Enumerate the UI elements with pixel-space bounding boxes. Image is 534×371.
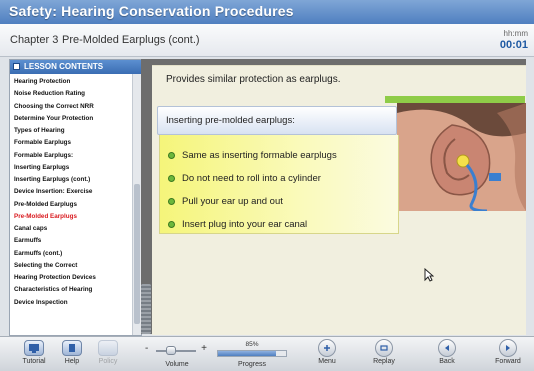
lesson-item[interactable]: Pre-Molded Earplugs [14,199,132,211]
lesson-contents-header[interactable]: LESSON CONTENTS [10,60,141,74]
accent-bar [385,96,525,103]
menu-button[interactable]: Menu [308,337,346,371]
replay-label: Replay [373,358,395,365]
lesson-item[interactable]: Device Inspection [14,297,132,309]
lesson-item[interactable]: Hearing Protection [14,76,132,88]
bullet-icon [168,175,175,182]
volume-minus[interactable]: - [145,343,148,354]
lesson-list: Hearing Protection Noise Reduction Rating… [14,76,132,309]
lesson-item[interactable]: Noise Reduction Rating [14,88,132,100]
lesson-contents-title: LESSON CONTENTS [24,62,104,71]
lesson-item[interactable]: Types of Hearing [14,125,132,137]
replay-icon [375,339,393,357]
tutorial-button[interactable]: Tutorial [14,337,54,371]
help-button[interactable]: Help [54,337,90,371]
bullet-item: Pull your ear up and out [168,190,337,213]
ear-photo [397,103,526,211]
lesson-item[interactable]: Inserting Earplugs [14,162,132,174]
ear-image [397,103,526,211]
lesson-item[interactable]: Earmuffs [14,235,132,247]
chapter-label: Chapter 3 [10,34,59,46]
sidebar-scrollbar[interactable] [132,74,141,335]
progress-bar [217,350,287,357]
content-area: Provides similar protection as earplugs.… [152,65,526,335]
panel-grip[interactable] [141,284,151,334]
lesson-item[interactable]: Earmuffs (cont.) [14,248,132,260]
forward-button[interactable]: Forward [486,337,530,371]
forward-arrow-icon [499,339,517,357]
help-label: Help [64,358,80,365]
progress-indicator: 85% Progress [213,337,291,371]
bullet-icon [168,198,175,205]
title-bar: Safety: Hearing Conservation Procedures [0,0,534,24]
forward-label: Forward [495,358,521,365]
window-title: Safety: Hearing Conservation Procedures [9,3,294,19]
bullet-item: Same as inserting formable earplugs [168,144,337,167]
volume-plus[interactable]: + [201,343,207,354]
menu-label: Menu [318,358,336,365]
progress-fill [218,351,276,356]
bullet-icon [168,221,175,228]
lesson-item[interactable]: Characteristics of Hearing [14,284,132,296]
bullet-item: Do not need to roll into a cylinder [168,167,337,190]
timer-label: hh:mm [503,29,528,38]
policy-button[interactable]: Policy [90,337,126,371]
policy-icon [98,340,118,356]
content-paragraph: Provides similar protection as earplugs. [166,74,341,85]
policy-label: Policy [98,358,118,365]
lesson-item[interactable]: Choosing the Correct NRR [14,101,132,113]
instruction-box: Inserting pre-molded earplugs: [157,106,397,135]
progress-percent: 85% [245,341,259,348]
lesson-contents-panel: LESSON CONTENTS Hearing Protection Noise … [9,59,142,336]
timer-value: 00:01 [499,39,528,51]
bullet-panel: Same as inserting formable earplugs Do n… [159,135,399,234]
lesson-item[interactable]: Formable Earplugs: [14,150,132,162]
progress-label: Progress [237,361,266,368]
scrollbar-thumb[interactable] [134,184,140,324]
tutorial-label: Tutorial [22,358,46,365]
lesson-item[interactable]: Device Insertion: Exercise [14,186,132,198]
replay-button[interactable]: Replay [365,337,403,371]
collapse-icon[interactable] [13,63,20,70]
back-button[interactable]: Back [428,337,466,371]
mouse-cursor-icon [424,268,434,282]
lesson-item[interactable]: Hearing Protection Devices [14,272,132,284]
lesson-item[interactable]: Canal caps [14,223,132,235]
lesson-item[interactable]: Selecting the Correct [14,260,132,272]
volume-label: Volume [165,361,189,368]
lesson-item[interactable]: Pre-Molded Earplugs [14,211,132,223]
volume-control[interactable]: - + Volume [142,337,212,371]
content-frame: Provides similar protection as earplugs.… [141,59,526,335]
lesson-item[interactable]: Formable Earplugs [14,137,132,149]
help-icon [62,340,82,356]
bullet-icon [168,152,175,159]
instruction-title: Inserting pre-molded earplugs: [166,115,295,126]
bottom-toolbar: Tutorial Help Policy - + Volume 85% Prog… [0,336,534,371]
topic-title: Pre-Molded Earplugs (cont.) [62,34,200,46]
chapter-bar: Chapter 3 Pre-Molded Earplugs (cont.) hh… [0,24,534,57]
back-label: Back [439,358,455,365]
back-arrow-icon [438,339,456,357]
bullet-item: Insert plug into your ear canal [168,213,337,236]
lesson-item[interactable]: Determine Your Protection [14,113,132,125]
volume-slider[interactable] [166,346,176,355]
volume-track[interactable] [156,350,196,352]
menu-icon [318,339,336,357]
tutorial-icon [24,340,44,356]
lesson-item[interactable]: Inserting Earplugs (cont.) [14,174,132,186]
